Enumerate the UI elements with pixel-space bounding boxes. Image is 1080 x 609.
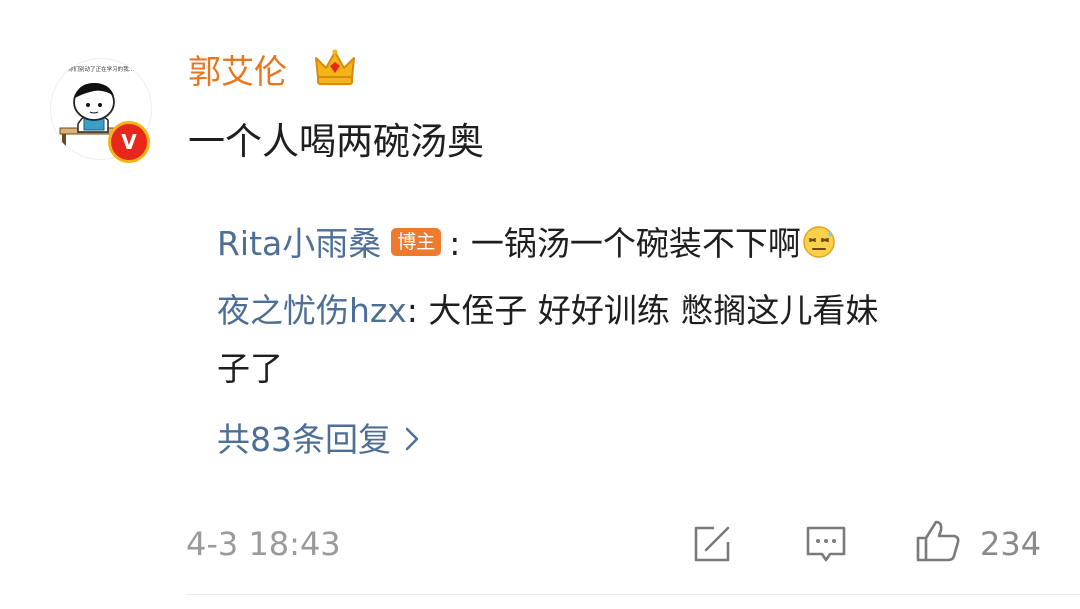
- crown-icon: [315, 49, 355, 85]
- reply-item[interactable]: Rita小雨桑 博主: 一锅汤一个碗装不下啊: [217, 215, 837, 273]
- reply-username[interactable]: 夜之忧伤hzx: [217, 291, 407, 330]
- sweat-emoji-icon: [803, 225, 835, 258]
- reply-text: 一锅汤一个碗装不下啊: [470, 224, 801, 263]
- reply-separator: :: [406, 291, 429, 330]
- comment-icon[interactable]: [804, 522, 848, 566]
- comment-text: 一个人喝两碗汤奥: [188, 120, 484, 163]
- timestamp: 4-3 18:43: [186, 525, 341, 563]
- thumbs-up-icon[interactable]: [914, 518, 962, 564]
- share-icon[interactable]: [690, 522, 734, 566]
- reply-separator: :: [449, 224, 471, 263]
- reply-text-continued: 子了: [217, 349, 283, 388]
- blogger-badge: 博主: [391, 227, 442, 256]
- divider: [186, 594, 1080, 595]
- more-replies-link[interactable]: 共83条回复: [217, 411, 419, 469]
- verified-badge: V: [108, 121, 150, 163]
- more-replies-label: 共83条回复: [217, 420, 391, 459]
- reply-item[interactable]: 夜之忧伤hzx: 大侄子 好好训练 憋搁这儿看妹: [217, 282, 878, 340]
- reply-username[interactable]: Rita小雨桑: [217, 224, 381, 263]
- comment-username[interactable]: 郭艾伦: [188, 50, 287, 94]
- reply-text: 大侄子 好好训练 憋搁这儿看妹: [428, 291, 879, 330]
- like-count: 234: [980, 525, 1042, 563]
- chevron-right-icon: [405, 427, 419, 451]
